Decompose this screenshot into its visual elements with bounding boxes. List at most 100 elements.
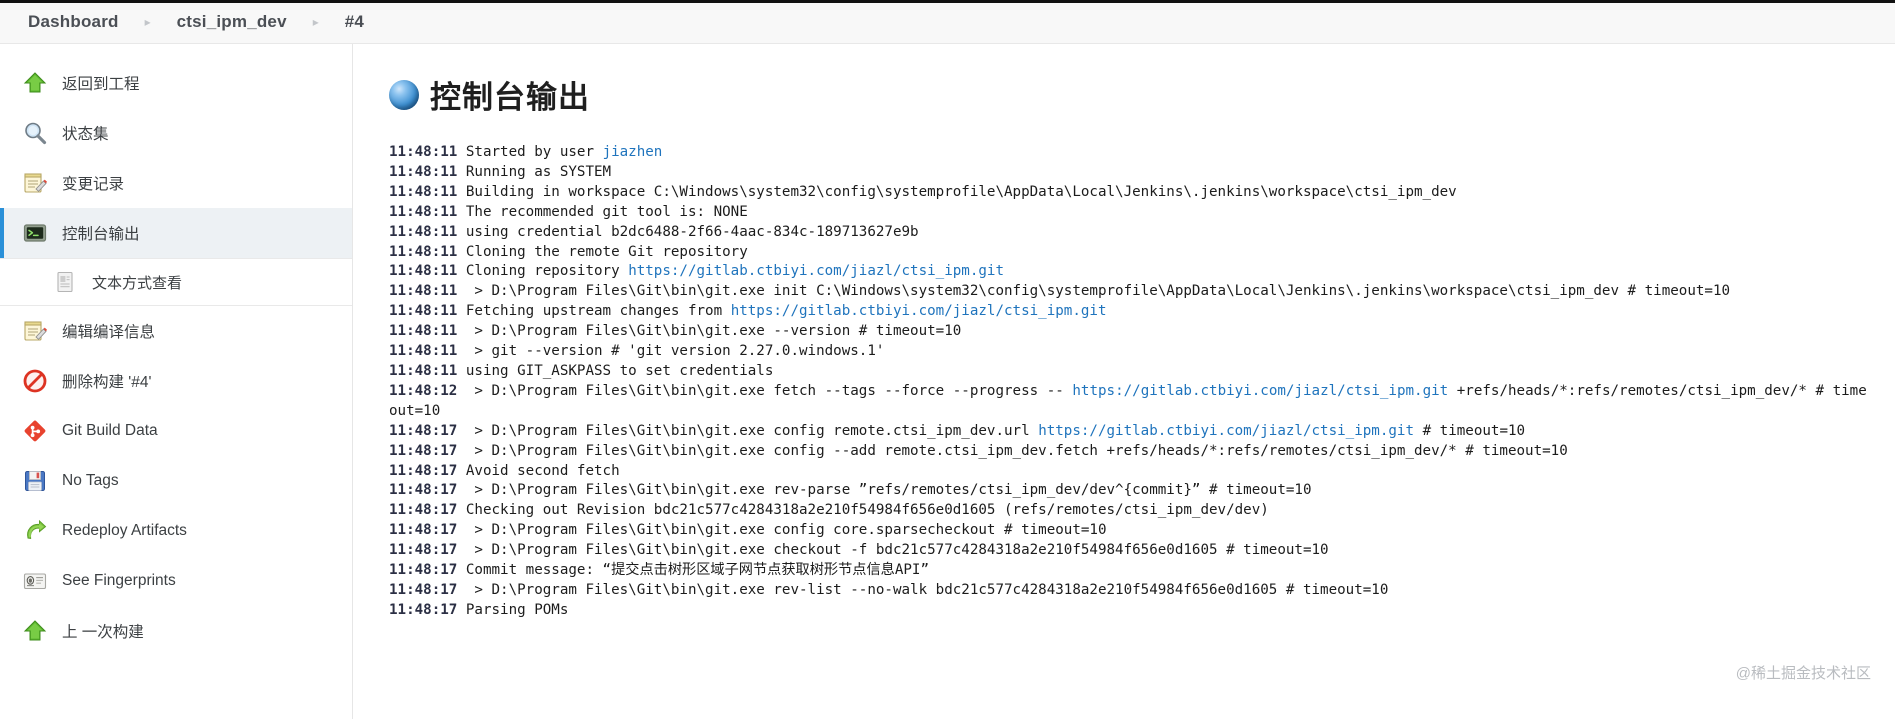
sidebar-item-0[interactable]: 返回到工程 bbox=[0, 58, 352, 108]
console-text: > D:\Program Files\Git\bin\git.exe init … bbox=[465, 283, 1731, 300]
sidebar-item-3[interactable]: 控制台输出 bbox=[0, 208, 352, 258]
console-text: Cloning the remote Git repository bbox=[465, 243, 748, 260]
page-title: 控制台输出 bbox=[389, 72, 1895, 117]
sidebar-item-4[interactable]: 文本方式查看 bbox=[0, 258, 352, 306]
console-line: 11:48:12 > D:\Program Files\Git\bin\git.… bbox=[389, 382, 1875, 422]
console-timestamp: 11:48:17 bbox=[389, 462, 458, 479]
console-line: 11:48:17 > D:\Program Files\Git\bin\git.… bbox=[389, 481, 1875, 501]
redeploy-arrow-icon bbox=[22, 518, 48, 544]
terminal-icon bbox=[22, 220, 48, 246]
console-line: 11:48:17 Avoid second fetch bbox=[389, 462, 1875, 482]
console-text: > D:\Program Files\Git\bin\git.exe check… bbox=[465, 542, 1329, 559]
console-line: 11:48:17 > D:\Program Files\Git\bin\git.… bbox=[389, 422, 1875, 442]
breadcrumb: Dashboard ▸ ctsi_ipm_dev ▸ #4 bbox=[0, 0, 1895, 44]
console-link[interactable]: https://gitlab.ctbiyi.com/jiazl/ctsi_ipm… bbox=[1038, 423, 1414, 439]
console-timestamp: 11:48:11 bbox=[389, 243, 458, 260]
breadcrumb-separator-icon: ▸ bbox=[144, 14, 151, 29]
console-timestamp: 11:48:11 bbox=[389, 343, 458, 360]
console-text: using GIT_ASKPASS to set credentials bbox=[465, 362, 774, 379]
console-timestamp: 11:48:11 bbox=[389, 362, 458, 379]
page-title-text: 控制台输出 bbox=[430, 80, 590, 115]
console-text: # timeout=10 bbox=[1414, 422, 1526, 439]
sidebar-item-label: 控制台输出 bbox=[62, 226, 140, 243]
console-line: 11:48:17 Commit message: “提交点击树形区域子网节点获取… bbox=[389, 561, 1875, 581]
console-timestamp: 11:48:11 bbox=[389, 183, 458, 200]
console-timestamp: 11:48:17 bbox=[389, 601, 458, 618]
console-line: 11:48:17 Checking out Revision bdc21c577… bbox=[389, 501, 1875, 521]
notepad-pencil-icon bbox=[22, 170, 48, 196]
breadcrumb-item-job[interactable]: ctsi_ipm_dev bbox=[177, 12, 287, 32]
console-text: Fetching upstream changes from bbox=[465, 303, 731, 320]
console-text: > D:\Program Files\Git\bin\git.exe --ver… bbox=[465, 323, 962, 340]
console-text: > D:\Program Files\Git\bin\git.exe rev-p… bbox=[465, 482, 1312, 499]
notepad-pencil-icon bbox=[22, 318, 48, 344]
console-line: 11:48:17 > D:\Program Files\Git\bin\git.… bbox=[389, 581, 1875, 601]
console-link[interactable]: https://gitlab.ctbiyi.com/jiazl/ctsi_ipm… bbox=[731, 303, 1107, 319]
console-timestamp: 11:48:11 bbox=[389, 323, 458, 340]
floppy-disk-icon bbox=[22, 468, 48, 494]
console-text: Cloning repository bbox=[465, 263, 629, 280]
console-timestamp: 11:48:17 bbox=[389, 522, 458, 539]
breadcrumb-item-dashboard[interactable]: Dashboard bbox=[28, 12, 119, 32]
console-timestamp: 11:48:11 bbox=[389, 223, 458, 240]
sidebar-item-1[interactable]: 状态集 bbox=[0, 108, 352, 158]
console-link[interactable]: https://gitlab.ctbiyi.com/jiazl/ctsi_ipm… bbox=[1072, 383, 1448, 399]
console-line: 11:48:11 Started by user jiazhen bbox=[389, 143, 1875, 163]
sidebar-item-9[interactable]: Redeploy Artifacts bbox=[0, 506, 352, 556]
console-line: 11:48:11 Fetching upstream changes from … bbox=[389, 302, 1875, 322]
up-arrow-icon bbox=[22, 618, 48, 644]
sidebar-item-7[interactable]: Git Build Data bbox=[0, 406, 352, 456]
magnifier-icon bbox=[22, 120, 48, 146]
console-timestamp: 11:48:11 bbox=[389, 144, 458, 160]
console-text: Commit message: “提交点击树形区域子网节点获取树形节点信息API… bbox=[465, 562, 930, 579]
sidebar-item-8[interactable]: No Tags bbox=[0, 456, 352, 506]
console-line: 11:48:11 Running as SYSTEM bbox=[389, 163, 1875, 183]
sidebar: 返回到工程状态集变更记录控制台输出文本方式查看编辑编译信息删除构建 '#4' Gi… bbox=[0, 44, 353, 719]
sidebar-item-label: 返回到工程 bbox=[62, 76, 140, 93]
console-line: 11:48:11 using GIT_ASKPASS to set creden… bbox=[389, 362, 1875, 382]
page-layout: 返回到工程 状态集 变更记录 控制台输出 文本方式查看 编辑编译信息 删除构建 '#4' Gi… bbox=[0, 44, 1895, 719]
console-line: 11:48:17 > D:\Program Files\Git\bin\git.… bbox=[389, 521, 1875, 541]
console-line: 11:48:11 The recommended git tool is: NO… bbox=[389, 203, 1875, 223]
sidebar-item-11[interactable]: 上 一次构建 bbox=[0, 606, 352, 656]
watermark: @稀土掘金技术社区 bbox=[1735, 665, 1871, 682]
console-timestamp: 11:48:17 bbox=[389, 581, 458, 598]
console-text: > git --version # 'git version 2.27.0.wi… bbox=[465, 343, 885, 360]
console-timestamp: 11:48:11 bbox=[389, 163, 458, 180]
sidebar-item-10[interactable]: See Fingerprints bbox=[0, 556, 352, 606]
sidebar-item-label: 状态集 bbox=[62, 126, 109, 143]
console-link[interactable]: jiazhen bbox=[603, 144, 663, 160]
console-timestamp: 11:48:17 bbox=[389, 542, 458, 559]
console-text: Parsing POMs bbox=[465, 601, 569, 618]
console-text: > D:\Program Files\Git\bin\git.exe confi… bbox=[465, 422, 1039, 439]
sidebar-item-label: 编辑编译信息 bbox=[62, 324, 156, 341]
console-line: 11:48:17 > D:\Program Files\Git\bin\git.… bbox=[389, 442, 1875, 462]
console-line: 11:48:11 Building in workspace C:\Window… bbox=[389, 183, 1875, 203]
console-text: using credential b2dc6488-2f66-4aac-834c… bbox=[465, 223, 919, 240]
console-timestamp: 11:48:12 bbox=[389, 382, 458, 399]
console-line: 11:48:17 Parsing POMs bbox=[389, 601, 1875, 621]
console-timestamp: 11:48:17 bbox=[389, 482, 458, 499]
console-timestamp: 11:48:11 bbox=[389, 283, 458, 300]
console-link[interactable]: https://gitlab.ctbiyi.com/jiazl/ctsi_ipm… bbox=[628, 263, 1004, 279]
console-timestamp: 11:48:17 bbox=[389, 442, 458, 459]
console-text: Running as SYSTEM bbox=[465, 163, 612, 180]
console-timestamp: 11:48:11 bbox=[389, 303, 458, 320]
breadcrumb-item-build[interactable]: #4 bbox=[345, 12, 364, 32]
console-timestamp: 11:48:17 bbox=[389, 422, 458, 439]
console-text: Building in workspace C:\Windows\system3… bbox=[465, 183, 1457, 200]
console-text: > D:\Program Files\Git\bin\git.exe fetch… bbox=[465, 382, 1073, 399]
console-timestamp: 11:48:11 bbox=[389, 203, 458, 220]
sidebar-item-label: 文本方式查看 bbox=[92, 274, 183, 292]
console-line: 11:48:11 Cloning the remote Git reposito… bbox=[389, 243, 1875, 263]
sidebar-item-label: See Fingerprints bbox=[62, 572, 176, 589]
main-content: 控制台输出 11:48:11 Started by user jiazhen 11… bbox=[353, 44, 1895, 719]
document-icon bbox=[52, 269, 78, 295]
console-line: 11:48:17 > D:\Program Files\Git\bin\git.… bbox=[389, 541, 1875, 561]
console-line: 11:48:11 > git --version # 'git version … bbox=[389, 342, 1875, 362]
console-text: > D:\Program Files\Git\bin\git.exe rev-l… bbox=[465, 581, 1389, 598]
sidebar-item-2[interactable]: 变更记录 bbox=[0, 158, 352, 208]
sidebar-item-5[interactable]: 编辑编译信息 bbox=[0, 306, 352, 356]
sidebar-item-6[interactable]: 删除构建 '#4' bbox=[0, 356, 352, 406]
sidebar-item-label: 上 一次构建 bbox=[62, 624, 144, 641]
